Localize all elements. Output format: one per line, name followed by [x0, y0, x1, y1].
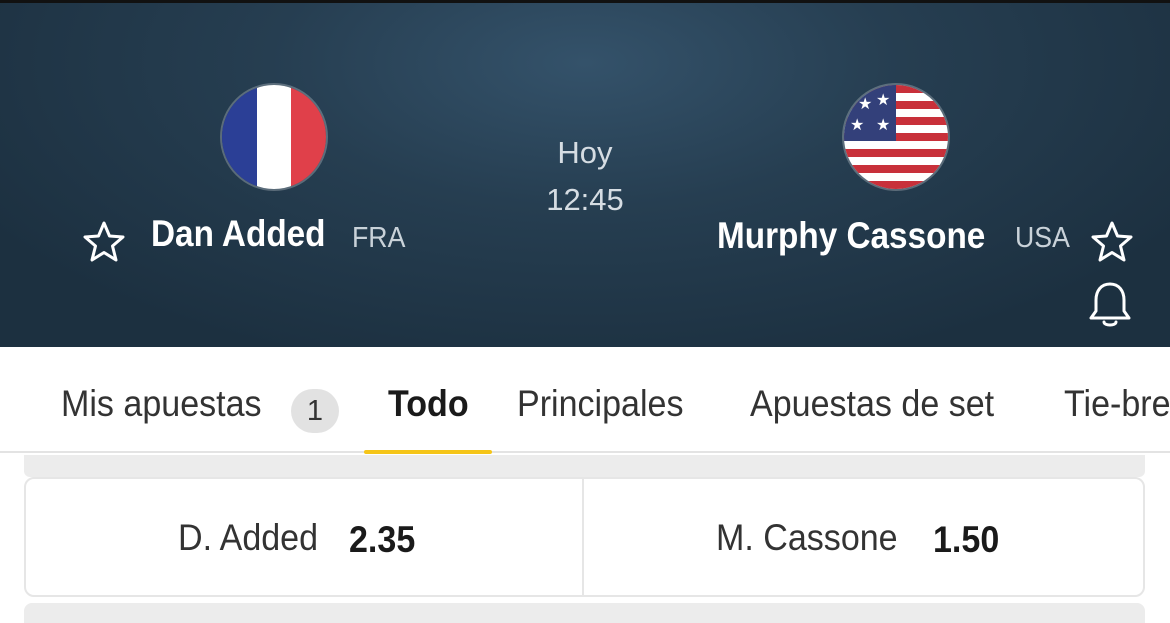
- match-header: [0, 0, 1170, 347]
- svg-text:★: ★: [876, 115, 890, 134]
- usa-flag-icon: ★ ★ ★ ★: [844, 85, 948, 189]
- svg-text:★: ★: [850, 115, 864, 134]
- active-tab-indicator: [364, 450, 492, 454]
- tab-principales[interactable]: Principales: [517, 383, 684, 425]
- bell-icon[interactable]: [1087, 280, 1133, 330]
- next-market-header: [24, 603, 1145, 623]
- player1-name: Dan Added: [151, 213, 326, 254]
- bets-count-badge: 1: [291, 389, 339, 433]
- favorite-star-icon[interactable]: [1090, 220, 1134, 264]
- player2-country: USA: [1015, 222, 1070, 254]
- outcome2-label[interactable]: M. Cassone: [716, 517, 898, 559]
- player2-name: Murphy Cassone: [717, 215, 986, 256]
- market-divider: [582, 477, 584, 597]
- tab-apuestas-de-set[interactable]: Apuestas de set: [750, 383, 994, 425]
- player1-country: FRA: [352, 222, 406, 254]
- tab-tie-break[interactable]: Tie-bre: [1064, 383, 1170, 425]
- tab-bar: Mis apuestas Todo Principales Apuestas d…: [0, 347, 1170, 453]
- outcome1-label[interactable]: D. Added: [178, 517, 318, 559]
- match-time: 12:45: [546, 182, 624, 217]
- svg-text:★: ★: [876, 90, 890, 109]
- tab-mis-apuestas[interactable]: Mis apuestas: [61, 383, 262, 425]
- market-header: [24, 455, 1145, 477]
- favorite-star-icon[interactable]: [82, 220, 126, 264]
- outcome1-odds[interactable]: 2.35: [349, 519, 415, 561]
- france-flag-icon: [222, 85, 326, 189]
- match-day: Hoy: [557, 135, 613, 170]
- outcome2-odds[interactable]: 1.50: [933, 519, 999, 561]
- tab-todo[interactable]: Todo: [388, 383, 469, 425]
